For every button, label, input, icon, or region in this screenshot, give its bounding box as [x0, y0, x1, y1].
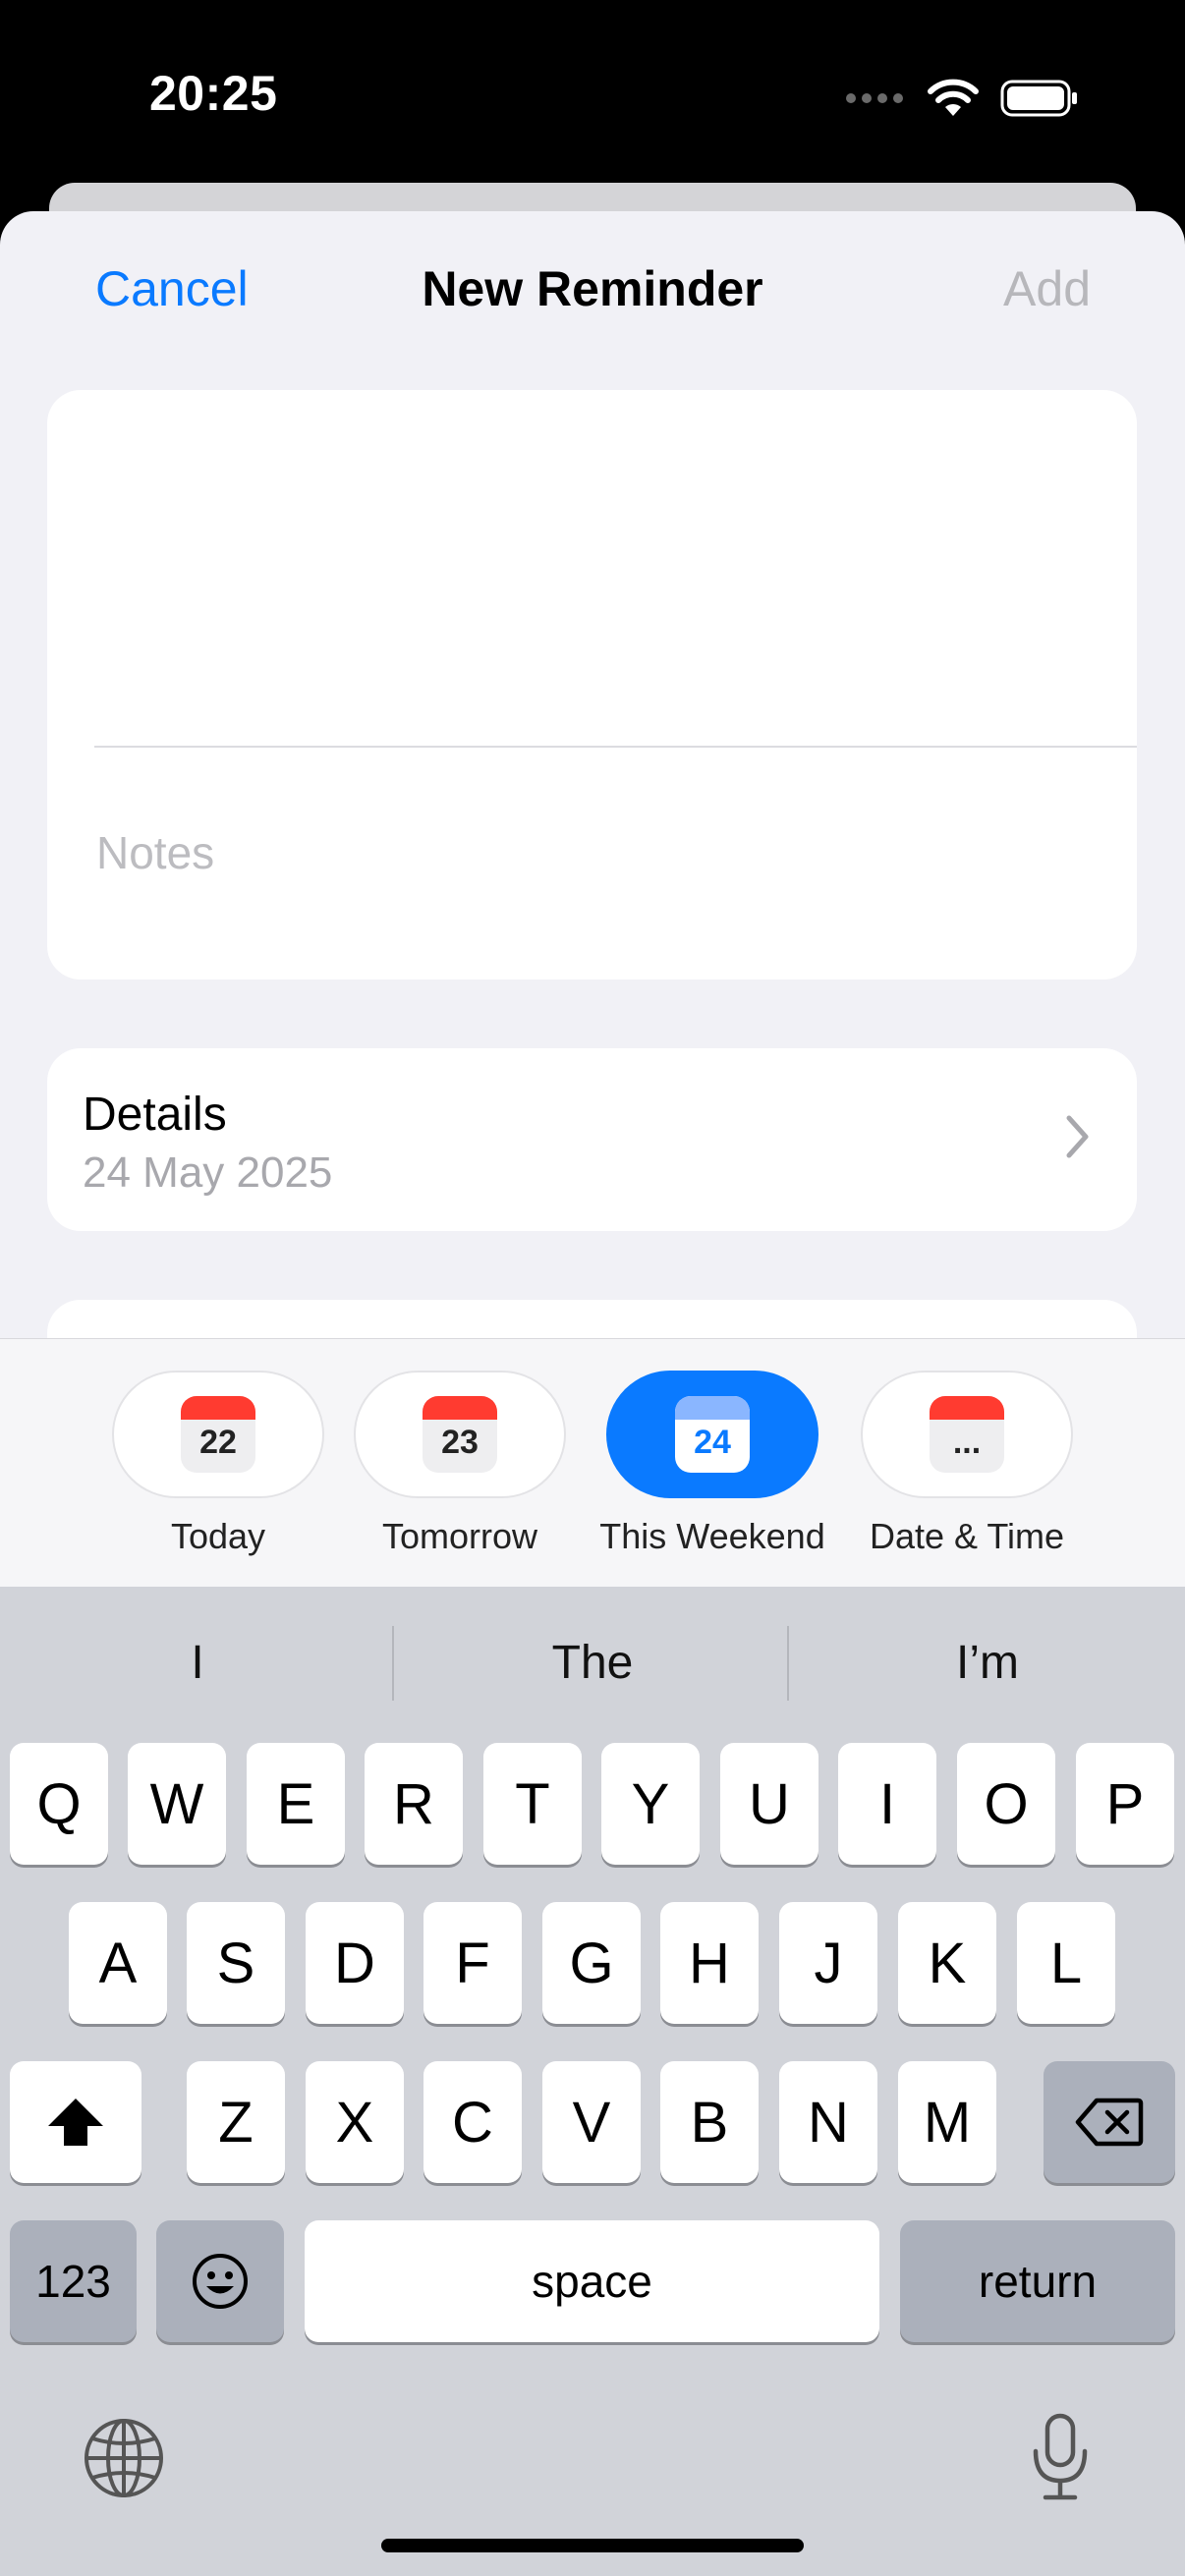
reminder-entry-card: [47, 390, 1137, 980]
keyboard: I The I’m Q W E R T Y U I O P A S D F G …: [0, 1587, 1185, 2576]
key-m[interactable]: M: [898, 2061, 996, 2183]
status-icons: [845, 69, 1079, 128]
quick-date-bar: 22 Today 23 Tomorrow 24 This Weekend ...…: [0, 1338, 1185, 1588]
key-o[interactable]: O: [957, 1743, 1055, 1865]
microphone-icon[interactable]: [1026, 2412, 1095, 2502]
suggestion-divider: [392, 1626, 394, 1701]
suggestion-2[interactable]: The: [396, 1636, 789, 1690]
this-weekend-label: This Weekend: [599, 1516, 825, 1556]
key-n[interactable]: N: [779, 2061, 877, 2183]
today-chip[interactable]: 22: [112, 1371, 324, 1498]
divider: [94, 746, 1137, 748]
key-x[interactable]: X: [306, 2061, 404, 2183]
suggestion-3[interactable]: I’m: [791, 1636, 1184, 1690]
battery-icon: [1000, 80, 1077, 117]
calendar-day: 22: [199, 1424, 237, 1461]
calendar-icon: 24: [675, 1396, 750, 1473]
calendar-icon: 23: [423, 1396, 497, 1473]
tomorrow-label: Tomorrow: [381, 1516, 538, 1556]
key-b[interactable]: B: [660, 2061, 759, 2183]
key-c[interactable]: C: [423, 2061, 522, 2183]
calendar-day: ...: [952, 1424, 982, 1461]
key-u[interactable]: U: [720, 1743, 818, 1865]
today-label: Today: [170, 1516, 266, 1556]
cellular-dots-icon: [846, 93, 903, 103]
date-time-label: Date & Time: [869, 1516, 1065, 1556]
calendar-day: 23: [441, 1424, 479, 1461]
emoji-key[interactable]: [156, 2220, 284, 2342]
details-label: Details: [83, 1089, 227, 1141]
chevron-right-icon: [1066, 1115, 1089, 1158]
key-j[interactable]: J: [779, 1902, 877, 2024]
key-h[interactable]: H: [660, 1902, 759, 2024]
key-f[interactable]: F: [423, 1902, 522, 2024]
space-key[interactable]: space: [305, 2220, 879, 2342]
emoji-icon: [193, 2254, 248, 2309]
wifi-icon: [928, 79, 979, 116]
details-date: 24 May 2025: [83, 1148, 333, 1197]
key-g[interactable]: G: [542, 1902, 641, 2024]
numbers-key[interactable]: 123: [10, 2220, 137, 2342]
notes-input[interactable]: [94, 812, 1081, 893]
date-time-chip[interactable]: ...: [861, 1371, 1073, 1498]
key-p[interactable]: P: [1076, 1743, 1174, 1865]
key-k[interactable]: K: [898, 1902, 996, 2024]
add-button[interactable]: Add: [1003, 260, 1091, 317]
status-bar: 20:25: [0, 0, 1185, 183]
tomorrow-chip[interactable]: 23: [354, 1371, 566, 1498]
key-y[interactable]: Y: [601, 1743, 700, 1865]
key-r[interactable]: R: [365, 1743, 463, 1865]
key-i[interactable]: I: [838, 1743, 936, 1865]
delete-icon: [1075, 2098, 1144, 2147]
key-z[interactable]: Z: [187, 2061, 285, 2183]
suggestion-1[interactable]: I: [1, 1636, 394, 1690]
delete-key[interactable]: [1044, 2061, 1175, 2183]
key-v[interactable]: V: [542, 2061, 641, 2183]
home-indicator[interactable]: [381, 2539, 804, 2552]
key-l[interactable]: L: [1017, 1902, 1115, 2024]
key-a[interactable]: A: [69, 1902, 167, 2024]
shift-icon: [48, 2099, 103, 2146]
this-weekend-chip[interactable]: 24: [606, 1371, 818, 1498]
key-e[interactable]: E: [247, 1743, 345, 1865]
suggestion-divider: [787, 1626, 789, 1701]
status-time: 20:25: [149, 66, 278, 121]
globe-icon[interactable]: [83, 2417, 165, 2499]
title-input[interactable]: [94, 423, 1081, 504]
shift-key[interactable]: [10, 2061, 141, 2183]
calendar-day: 24: [694, 1424, 731, 1461]
key-t[interactable]: T: [483, 1743, 582, 1865]
key-d[interactable]: D: [306, 1902, 404, 2024]
calendar-icon: 22: [181, 1396, 255, 1473]
details-row[interactable]: Details 24 May 2025: [47, 1048, 1137, 1231]
calendar-icon: ...: [930, 1396, 1004, 1473]
key-q[interactable]: Q: [10, 1743, 108, 1865]
key-s[interactable]: S: [187, 1902, 285, 2024]
key-w[interactable]: W: [128, 1743, 226, 1865]
return-key[interactable]: return: [900, 2220, 1175, 2342]
